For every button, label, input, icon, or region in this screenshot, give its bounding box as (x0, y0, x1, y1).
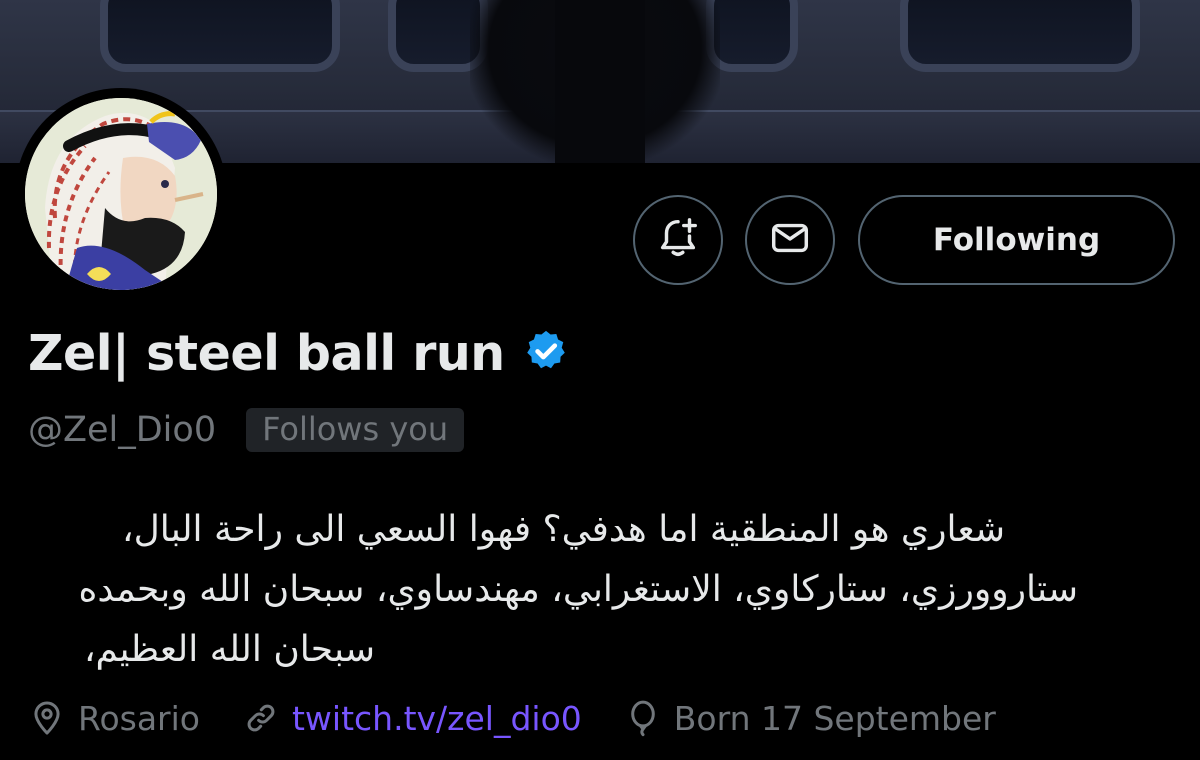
avatar[interactable] (15, 88, 227, 300)
banner-window-left (100, 0, 340, 72)
handle: @Zel_Dio0 (28, 410, 217, 450)
following-button[interactable]: Following (858, 195, 1175, 285)
bio-line: سبحان الله العظيم، (83, 629, 375, 670)
notify-button[interactable] (633, 195, 723, 285)
display-name: Zel| steel ball run (28, 324, 505, 382)
birthday-text: Born 17 September (673, 698, 996, 738)
verified-badge-icon[interactable] (523, 328, 569, 378)
birthday-item: Born 17 September (624, 699, 996, 738)
display-name-row: Zel| steel ball run (28, 322, 569, 384)
message-button[interactable] (745, 195, 835, 285)
profile-meta: Rosario twitch.tv/zel_dio0 Born 17 Septe… (28, 693, 1038, 743)
handle-row: @Zel_Dio0 Follows you (28, 405, 465, 455)
bio-line: شعاري هو المنطقية اما هدفي؟ فهوا السعي ا… (121, 509, 1005, 550)
balloon-icon (624, 699, 662, 737)
follows-you-badge: Follows you (246, 408, 465, 452)
avatar-image (25, 98, 217, 290)
location-text: Rosario (78, 698, 200, 738)
website-item[interactable]: twitch.tv/zel_dio0 (242, 699, 582, 738)
banner-silhouette (555, 0, 645, 163)
bio-line: ستاروورزي، ستاركاوي، الاستغرابي، مهندساو… (78, 569, 1078, 610)
bell-plus-icon (655, 215, 701, 265)
bio: شعاري هو المنطقية اما هدفي؟ فهوا السعي ا… (20, 500, 1150, 680)
location-item: Rosario (28, 699, 200, 738)
website-link[interactable]: twitch.tv/zel_dio0 (292, 699, 582, 738)
location-pin-icon (28, 699, 66, 737)
envelope-icon (767, 215, 813, 265)
banner-window-right (900, 0, 1140, 72)
link-icon (242, 699, 280, 737)
